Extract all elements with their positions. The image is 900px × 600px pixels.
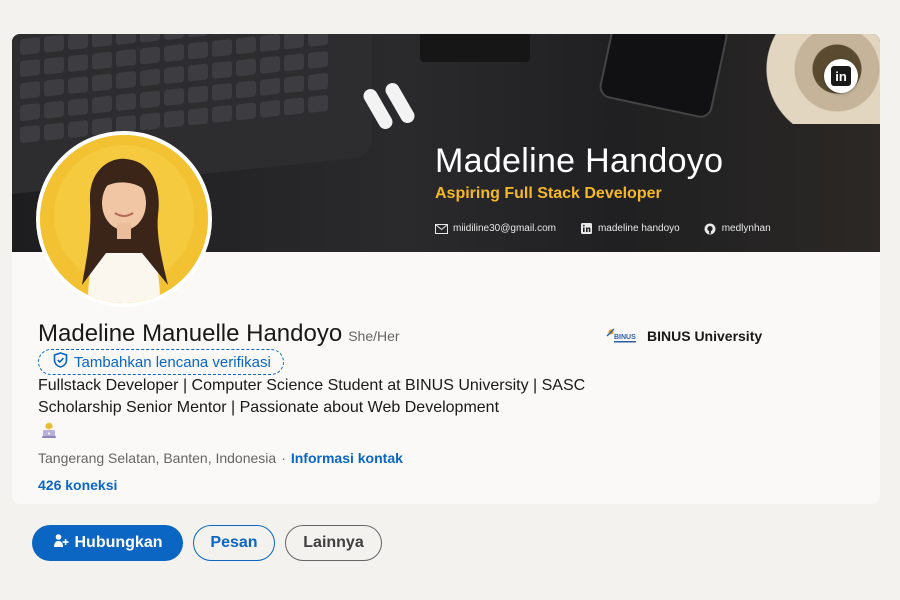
banner-name: Madeline Handoyo [435,142,724,180]
github-icon [704,223,717,234]
name-row: Madeline Manuelle Handoyo She/Her [38,320,400,348]
profile-card: Madeline Handoyo Aspiring Full Stack Dev… [12,34,880,504]
location-separator: · [281,450,286,466]
connect-button[interactable]: Hubungkan [32,525,183,561]
profile-headline: Fullstack Developer | Computer Science S… [38,377,586,416]
plant-image [760,34,880,124]
connections-link[interactable]: 426 koneksi [38,477,117,493]
banner-email-text: miidiline30@gmail.com [453,223,556,234]
binus-logo-icon: BINUS [605,325,637,347]
add-verification-badge-button[interactable]: Tambahkan lencana verifikasi [38,349,284,375]
svg-text:BINUS: BINUS [614,334,636,341]
education-name: BINUS University [647,328,763,344]
message-button[interactable]: Pesan [193,525,275,561]
education-item[interactable]: BINUS BINUS University [605,325,762,347]
banner-contact-linkedin: madeline handoyo [580,223,680,234]
profile-pronouns: She/Her [348,328,400,344]
woman-technologist-emoji-icon [40,421,58,439]
verify-label: Tambahkan lencana verifikasi [74,353,271,371]
banner-contacts: miidiline30@gmail.com madeline handoyo m… [435,223,771,234]
mail-icon [435,223,448,234]
shield-check-icon [53,352,68,372]
profile-name: Madeline Manuelle Handoyo [38,320,343,347]
more-button[interactable]: Lainnya [285,525,382,561]
phone-image [597,34,730,120]
banner-role: Aspiring Full Stack Developer [435,185,662,202]
banner-contact-email: miidiline30@gmail.com [435,223,556,234]
banner-linkedin-text: madeline handoyo [597,223,680,234]
linkedin-icon [580,223,593,234]
notebook-image [420,34,530,62]
connect-label: Hubungkan [74,534,163,551]
earpods-image [360,79,422,139]
banner-contact-github: medlynhan [704,223,771,234]
profile-location: Tangerang Selatan, Banten, Indonesia [38,450,277,466]
profile-actions: Hubungkan Pesan Lainnya [32,525,382,561]
profile-avatar[interactable] [36,131,212,307]
location-row: Tangerang Selatan, Banten, Indonesia · I… [38,450,403,466]
add-person-icon [53,533,69,554]
linkedin-badge-icon: in [824,59,858,93]
contact-info-link[interactable]: Informasi kontak [291,450,403,466]
banner-github-text: medlynhan [721,223,771,234]
